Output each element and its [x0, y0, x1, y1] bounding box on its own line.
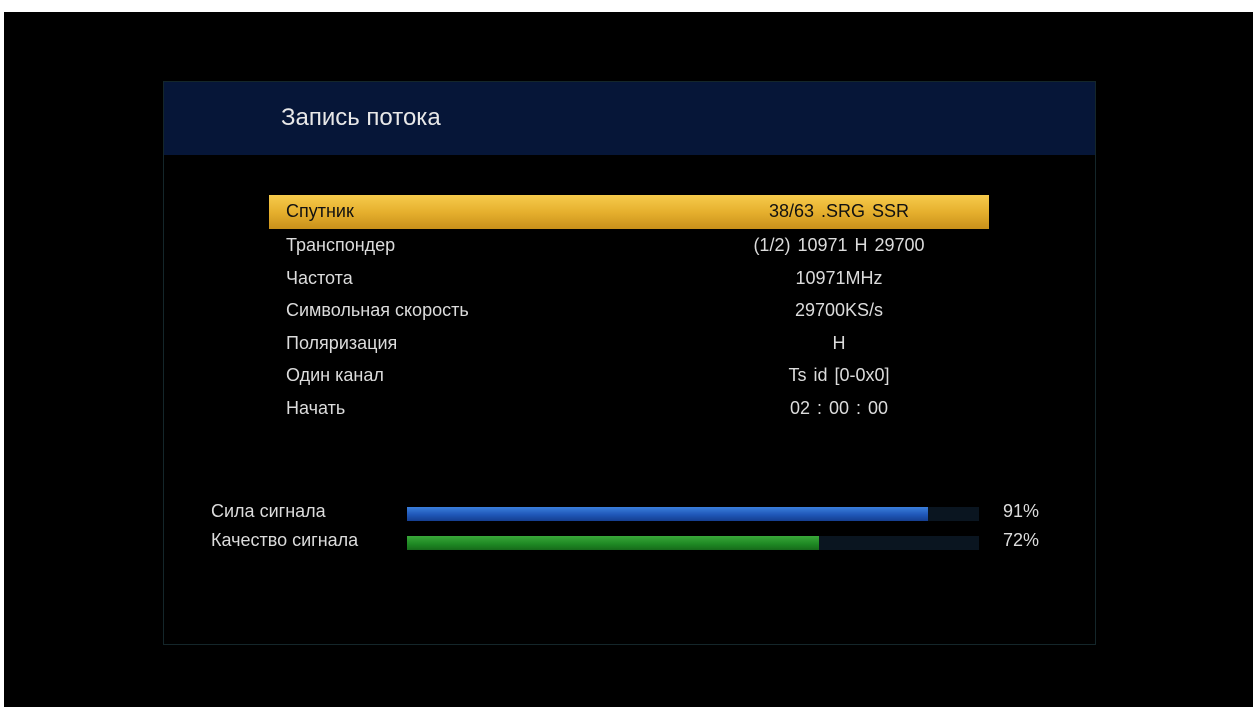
signal-quality-percent: 72% — [1003, 530, 1040, 550]
menu-item-start[interactable]: Начать 02 : 00 : 00 — [269, 392, 989, 425]
menu-item-symbol-rate[interactable]: Символьная скорость 29700KS/s — [269, 294, 989, 327]
signal-quality-bar — [407, 536, 979, 550]
stream-record-dialog: Запись потока Спутник 38/63 .SRG SSR Тра… — [163, 81, 1096, 645]
menu-item-frequency[interactable]: Частота 10971MHz — [269, 262, 989, 295]
signal-quality-fill — [407, 536, 819, 550]
dialog-header: Запись потока — [164, 82, 1095, 155]
signal-strength-row: Сила сигнала 91% — [211, 501, 1071, 525]
tv-screen: Запись потока Спутник 38/63 .SRG SSR Тра… — [4, 12, 1253, 707]
signal-quality-row: Качество сигнала 72% — [211, 530, 1071, 554]
menu-item-value: (1/2) 10971 H 29700 — [753, 235, 925, 255]
menu-item-label: Транспондер — [286, 235, 396, 255]
menu-item-label: Начать — [286, 397, 346, 418]
signal-strength-fill — [407, 507, 928, 521]
signal-strength-percent: 91% — [1003, 501, 1040, 521]
menu-item-label: Спутник — [286, 201, 354, 221]
menu-item-polarization[interactable]: Поляризация H — [269, 327, 989, 360]
menu-item-label: Частота — [286, 267, 353, 288]
menu-item-single-channel[interactable]: Один канал Ts id [0-0x0] — [269, 359, 989, 392]
menu-item-value: 38/63 .SRG SSR — [768, 201, 910, 221]
menu-item-value: 10971MHz — [795, 267, 883, 288]
menu-item-label: Символьная скорость — [286, 300, 469, 320]
signal-quality-label: Качество сигнала — [211, 530, 359, 550]
menu-item-satellite[interactable]: Спутник 38/63 .SRG SSR — [269, 195, 989, 229]
menu-item-label: Поляризация — [286, 332, 398, 353]
settings-menu: Спутник 38/63 .SRG SSR Транспондер (1/2)… — [269, 195, 989, 424]
dialog-title: Запись потока — [281, 104, 441, 131]
signal-strength-bar — [407, 507, 979, 521]
signal-strength-label: Сила сигнала — [211, 501, 326, 521]
menu-item-value: 29700KS/s — [794, 300, 884, 320]
menu-item-value: H — [832, 332, 846, 353]
menu-item-value: Ts id [0-0x0] — [788, 365, 890, 385]
menu-item-label: Один канал — [286, 365, 384, 385]
menu-item-value: 02 : 00 : 00 — [789, 397, 889, 418]
menu-item-transponder[interactable]: Транспондер (1/2) 10971 H 29700 — [269, 229, 989, 262]
